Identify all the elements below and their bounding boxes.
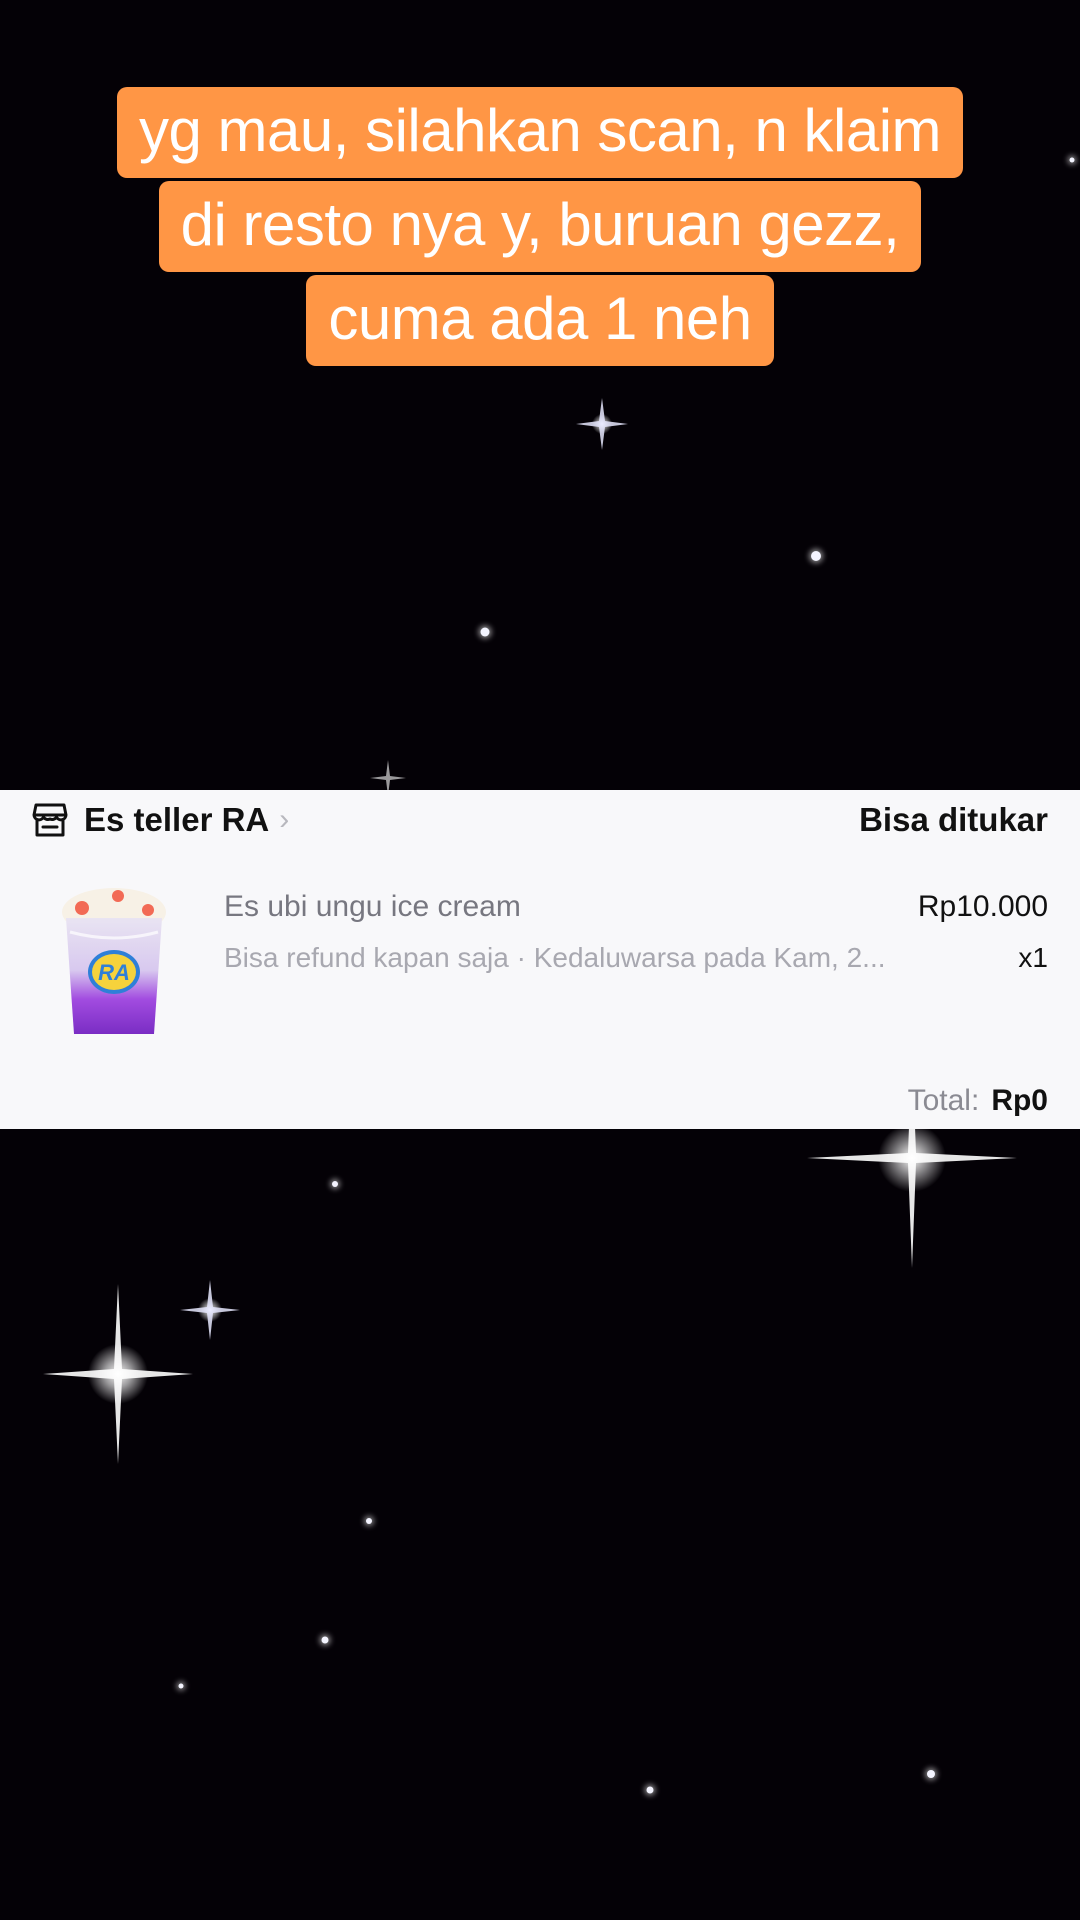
order-card[interactable]: Es teller RA › Bisa ditukar RA Es ubi un… [0,790,1080,1129]
star-dot [321,1636,329,1644]
star-dot [178,1683,184,1689]
svg-text:RA: RA [98,960,130,985]
sparkle-icon [180,1280,240,1340]
star-dot [646,1786,654,1794]
sparkle-icon [43,1284,193,1464]
shop-link[interactable]: Es teller RA › [30,790,289,850]
video-caption: yg mau, silahkan scan, n klaim di resto … [0,84,1080,366]
product-thumbnail[interactable]: RA [30,874,198,1042]
star-dot [366,1518,372,1524]
item-name[interactable]: Es ubi ungu ice cream [224,890,521,924]
caption-line: yg mau, silahkan scan, n klaim [0,84,1080,178]
star-dot [811,551,821,561]
total-value: Rp0 [991,1084,1048,1117]
store-icon [32,803,68,837]
caption-line: di resto nya y, buruan gezz, [0,178,1080,272]
video-frame: yg mau, silahkan scan, n klaim di resto … [0,0,1080,1920]
star-dot [480,627,490,637]
shop-name[interactable]: Es teller RA [84,801,269,839]
order-total: Total: Rp0 [908,1084,1048,1118]
item-quantity: x1 [1018,942,1048,973]
star-dot [927,1770,935,1778]
item-price: Rp10.000 [917,890,1048,923]
total-label: Total: [907,1084,980,1117]
ice-cream-cup-image: RA [62,888,166,1034]
order-status: Bisa ditukar [859,801,1048,838]
star-dot [332,1181,338,1187]
sparkle-icon [576,398,628,450]
caption-line: cuma ada 1 neh [0,272,1080,366]
chevron-right-icon: › [279,803,290,836]
item-details: Bisa refund kapan saja · Kedaluwarsa pad… [224,942,886,973]
